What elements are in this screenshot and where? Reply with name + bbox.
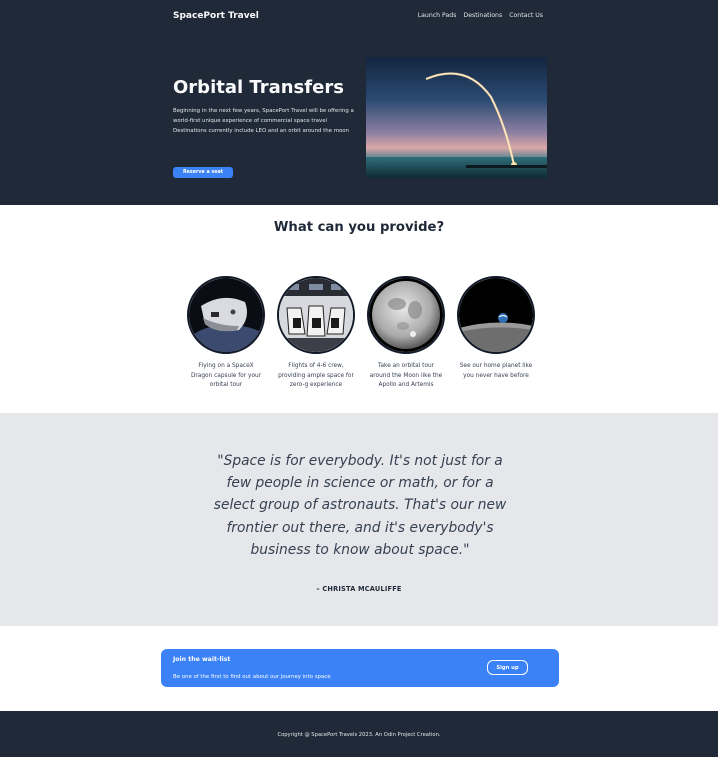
provide-card: Flights of 4-6 crew, providing ample spa…	[277, 276, 355, 392]
hero-title: Orbital Transfers	[173, 77, 344, 98]
quote-author: – CHRISTA MCAULIFFE	[316, 585, 402, 593]
hero-text-line-2: Destinations currently include LEO and a…	[173, 127, 349, 134]
provide-card-text: Take an orbital tour around the Moon lik…	[369, 363, 443, 392]
nav-link-launch-pads[interactable]: Launch Pads	[418, 12, 457, 19]
nav-link-destinations[interactable]: Destinations	[463, 12, 502, 19]
provide-card: Take an orbital tour around the Moon lik…	[367, 276, 445, 392]
provide-card-text: See our home planet like you never have …	[459, 363, 533, 379]
main-nav: Launch Pads Destinations Contact Us	[418, 12, 543, 19]
moon-image	[367, 276, 445, 354]
waitlist-title: Join the wait-list	[173, 656, 231, 663]
quote-section: "Space is for everybody. It's not just f…	[0, 413, 718, 626]
waitlist-banner: Join the wait-list Be one of the first t…	[161, 649, 559, 687]
provide-card: Flying on a SpaceX Dragon capsule for yo…	[187, 276, 265, 392]
earth-rise-image	[457, 276, 535, 354]
hero-description: Beginning in the next few years, SpacePo…	[173, 107, 355, 136]
waitlist-subtitle: Be one of the first to find out about ou…	[173, 674, 331, 680]
spacex-dragon-capsule-image	[187, 276, 265, 354]
provide-card-text: Flying on a SpaceX Dragon capsule for yo…	[190, 363, 262, 389]
footer: Copyright @ SpacePort Travels 2023. An O…	[0, 711, 718, 757]
provide-section-title: What can you provide?	[273, 220, 445, 235]
footer-copyright: Copyright @ SpacePort Travels 2023. An O…	[277, 732, 441, 738]
sign-up-button[interactable]: Sign up	[487, 660, 528, 675]
reserve-seat-button[interactable]: Reserve a seat	[173, 167, 233, 178]
rocket-launch-image	[366, 57, 547, 178]
hero-text-line-1: Beginning in the next few years, SpacePo…	[173, 108, 354, 124]
capsule-interior-image	[277, 276, 355, 354]
provide-card-text: Flights of 4-6 crew, providing ample spa…	[278, 363, 354, 389]
quote-text: "Space is for everybody. It's not just f…	[213, 453, 507, 558]
hero-section: SpacePort Travel Launch Pads Destination…	[0, 0, 718, 205]
nav-link-contact-us[interactable]: Contact Us	[509, 12, 543, 19]
brand-logo[interactable]: SpacePort Travel	[173, 11, 259, 21]
provide-card: See our home planet like you never have …	[457, 276, 535, 392]
